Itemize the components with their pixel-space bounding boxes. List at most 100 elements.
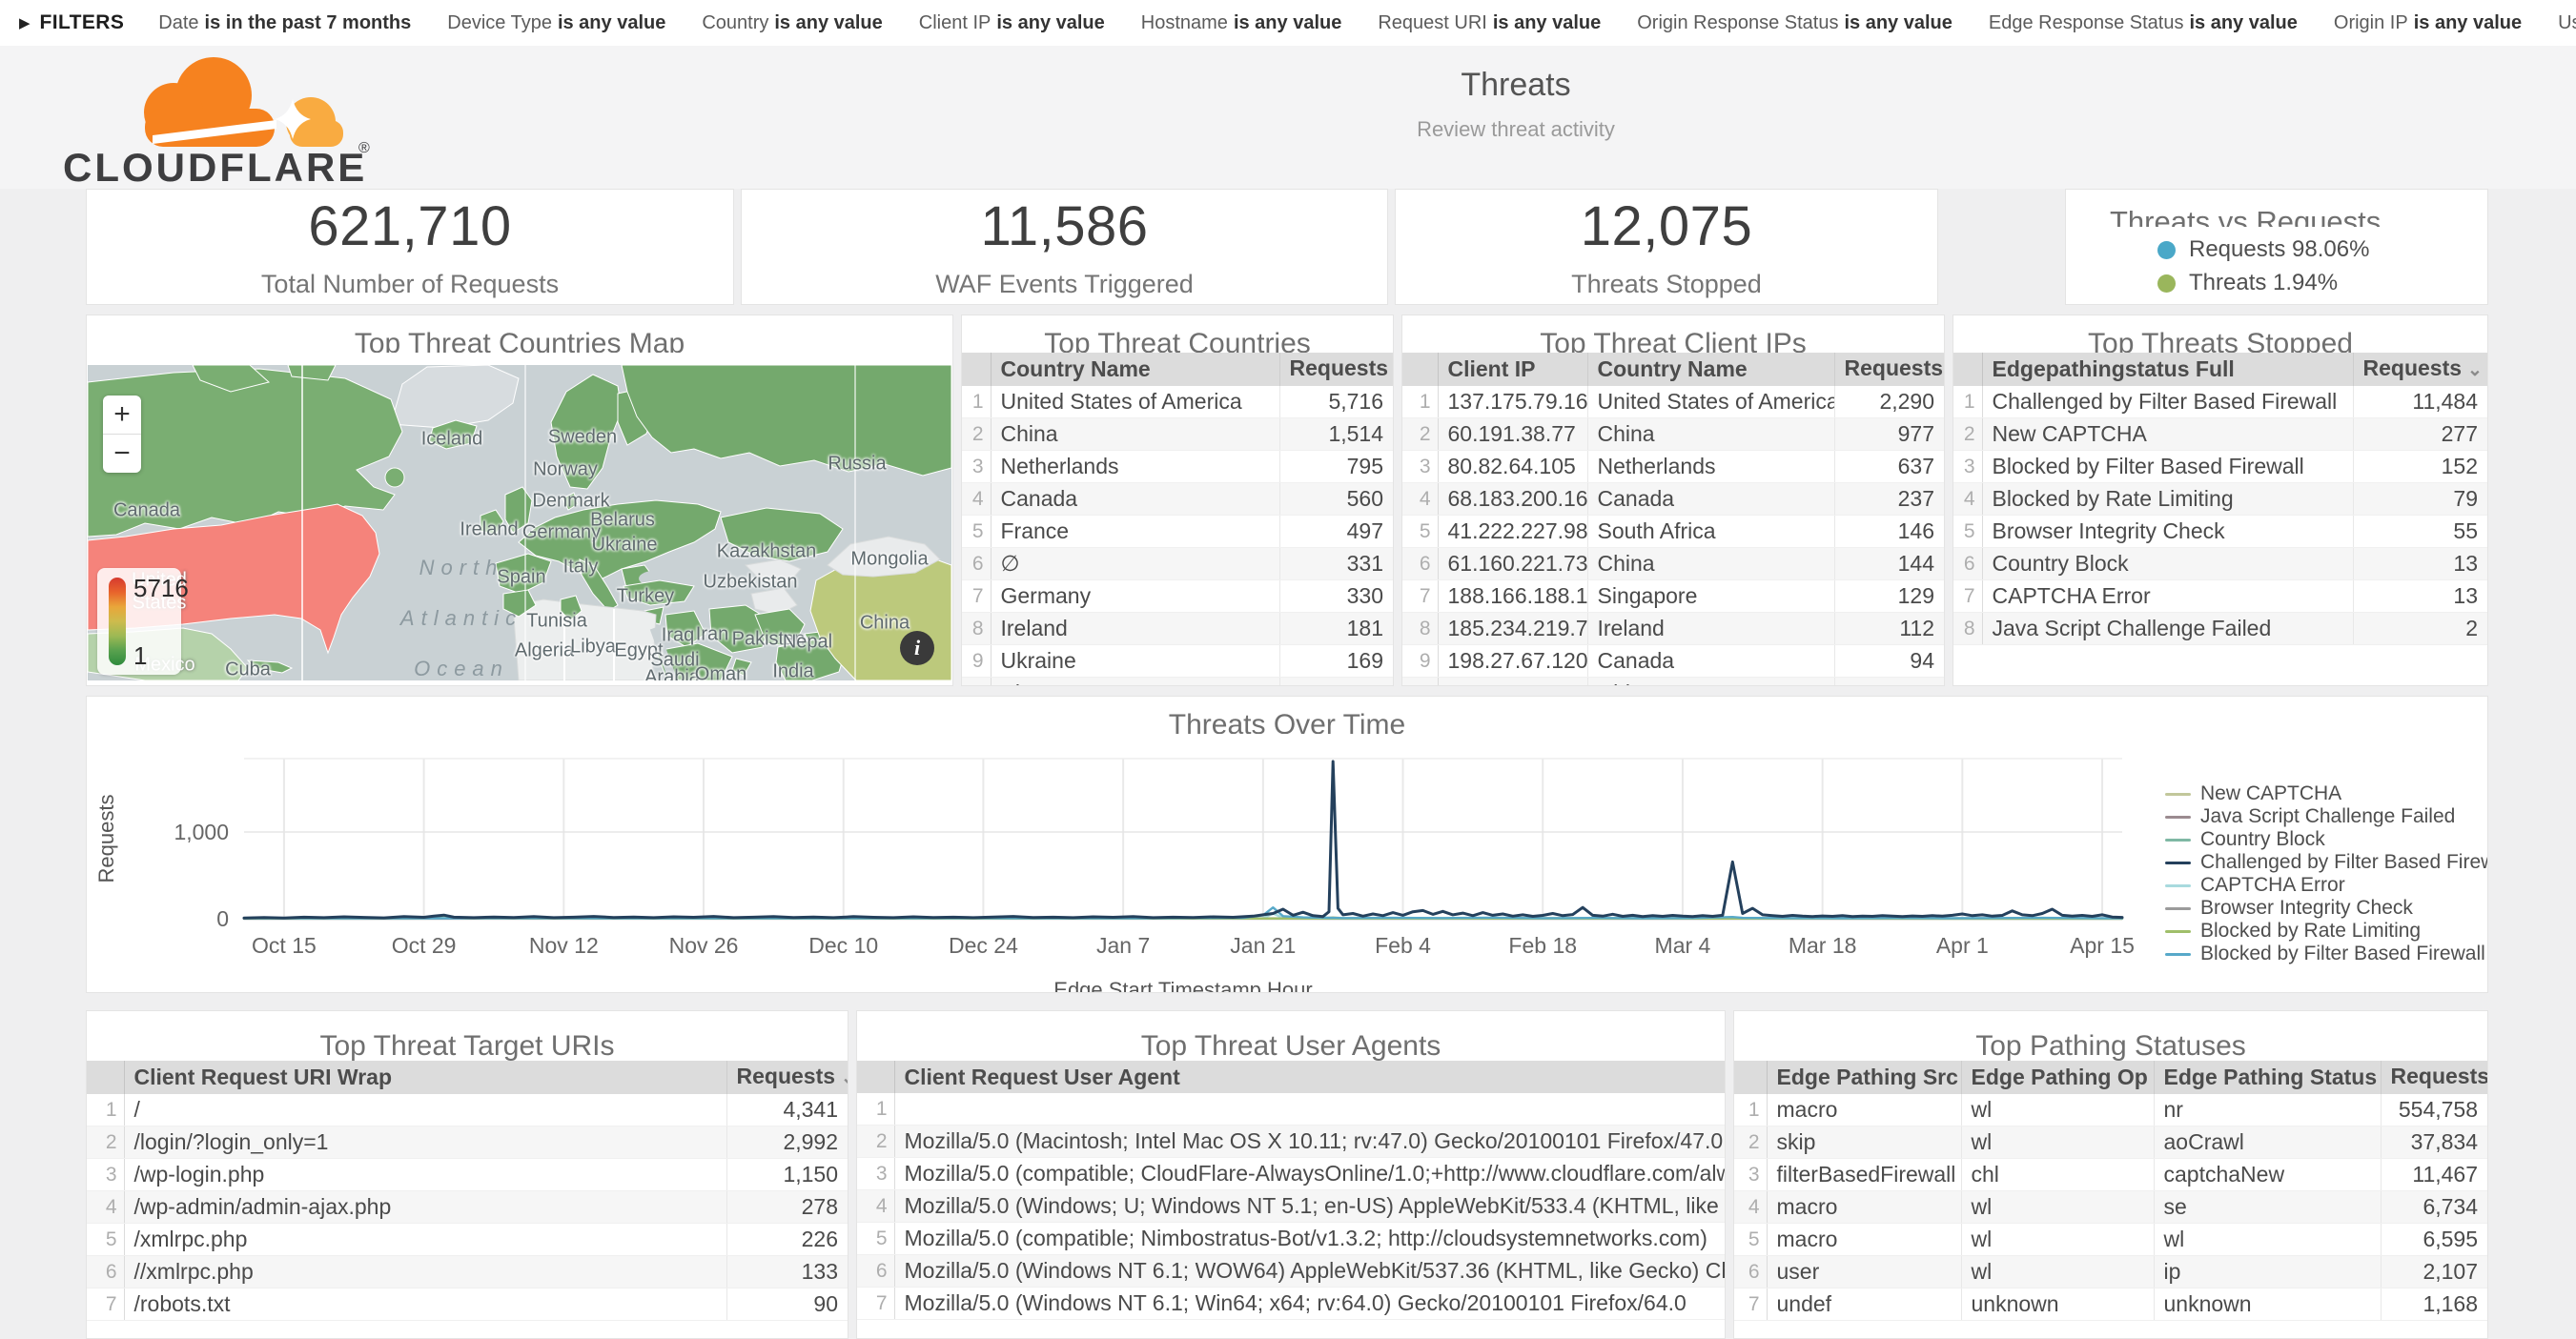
chart-legend-item[interactable]: Challenged by Filter Based Firewall: [2165, 853, 2488, 872]
column-header[interactable]: Requests⌄: [726, 1061, 848, 1094]
table-row[interactable]: 5Browser Integrity Check55: [1953, 516, 2487, 548]
filters-toggle[interactable]: ▶ FILTERS: [19, 11, 124, 34]
column-header[interactable]: Country Name: [991, 353, 1279, 386]
column-header[interactable]: Requests⌄: [2353, 353, 2487, 386]
table-row[interactable]: 7CAPTCHA Error13: [1953, 580, 2487, 613]
column-header[interactable]: Edgepathingstatus Full: [1982, 353, 2353, 386]
column-header[interactable]: Requests⌄: [1279, 353, 1393, 386]
table-row[interactable]: 10Singapore158: [962, 678, 1393, 687]
table-row[interactable]: 1United States of America5,716: [962, 386, 1393, 418]
table-row[interactable]: 9Ukraine169: [962, 645, 1393, 678]
table-row[interactable]: 1: [857, 1093, 1725, 1126]
table-row[interactable]: 5Mozilla/5.0 (compatible; Nimbostratus-B…: [857, 1223, 1725, 1255]
x-tick-label: Feb 18: [1508, 933, 1577, 958]
threats-vs-requests-legend: Requests 98.06%Threats 1.94%: [2066, 236, 2487, 296]
top-threat-target-uris-table: Client Request URI WrapRequests⌄1/4,3412…: [87, 1061, 848, 1321]
table-row[interactable]: 6Mozilla/5.0 (Windows NT 6.1; WOW64) App…: [857, 1255, 1725, 1288]
table-row[interactable]: 7/robots.txt90: [87, 1288, 848, 1321]
stat-threats-stopped: 12,075 Threats Stopped: [1395, 189, 1938, 305]
table-row[interactable]: 7Germany330: [962, 580, 1393, 613]
table-row[interactable]: 3/wp-login.php1,150: [87, 1159, 848, 1191]
table-row[interactable]: 4Blocked by Rate Limiting79: [1953, 483, 2487, 516]
map-zoom-in-button[interactable]: +: [103, 396, 141, 435]
table-row[interactable]: 6Country Block13: [1953, 548, 2487, 580]
table-row[interactable]: 2skipwlaoCrawl37,834: [1734, 1126, 2487, 1159]
chart-legend-item[interactable]: CAPTCHA Error: [2165, 876, 2488, 895]
table-row[interactable]: 6∅331: [962, 548, 1393, 580]
column-header[interactable]: Client Request URI Wrap: [124, 1061, 726, 1094]
chart-legend-item[interactable]: Blocked by Rate Limiting: [2165, 922, 2488, 941]
filter-item[interactable]: Origin IPis any value: [2334, 12, 2522, 33]
table-row[interactable]: 4/wp-admin/admin-ajax.php278: [87, 1191, 848, 1224]
column-header[interactable]: Requests⌄: [1834, 353, 1944, 386]
chart-legend-item[interactable]: Browser Integrity Check: [2165, 899, 2488, 918]
threats-over-time-chart[interactable]: 01,000Oct 15Oct 29Nov 12Nov 26Dec 10Dec …: [87, 737, 2488, 993]
column-header[interactable]: Edge Pathing Op: [1961, 1061, 2154, 1094]
filter-item[interactable]: Device Typeis any value: [447, 12, 665, 33]
table-row[interactable]: 6//xmlrpc.php133: [87, 1256, 848, 1288]
table-row[interactable]: 9198.27.67.120Canada94: [1402, 645, 1944, 678]
table-row[interactable]: 2China1,514: [962, 418, 1393, 451]
column-header[interactable]: Client IP: [1438, 353, 1587, 386]
x-tick-label: Apr 15: [2070, 933, 2135, 958]
table-row[interactable]: 4macrowlse6,734: [1734, 1191, 2487, 1224]
table-row[interactable]: 1061.160.247.127China88: [1402, 678, 1944, 687]
table-row[interactable]: 2/login/?login_only=12,992: [87, 1126, 848, 1159]
map-zoom-out-button[interactable]: −: [103, 435, 141, 473]
chart-legend-item[interactable]: Country Block: [2165, 830, 2488, 849]
table-row[interactable]: 7188.166.188.152Singapore129: [1402, 580, 1944, 613]
table-row[interactable]: 7Mozilla/5.0 (Windows NT 6.1; Win64; x64…: [857, 1288, 1725, 1320]
column-header[interactable]: Edge Pathing Src: [1767, 1061, 1961, 1094]
chart-legend-item[interactable]: Java Script Challenge Failed: [2165, 807, 2488, 826]
table-row[interactable]: 2New CAPTCHA277: [1953, 418, 2487, 451]
table-row[interactable]: 6userwlip2,107: [1734, 1256, 2487, 1288]
table-row[interactable]: 3filterBasedFirewallchlcaptchaNew11,467: [1734, 1159, 2487, 1191]
map-info-button[interactable]: i: [900, 631, 934, 665]
table-row[interactable]: 1/4,341: [87, 1094, 848, 1126]
table-row[interactable]: 380.82.64.105Netherlands637: [1402, 451, 1944, 483]
panel-title: Threats vs Requests: [2066, 190, 2487, 227]
table-row[interactable]: 8Ireland181: [962, 613, 1393, 645]
filter-item[interactable]: Origin Response Statusis any value: [1637, 12, 1952, 33]
table-row[interactable]: 8185.234.219.70Ireland112: [1402, 613, 1944, 645]
table-row[interactable]: 541.222.227.98South Africa146: [1402, 516, 1944, 548]
table-row[interactable]: 5macrowlwl6,595: [1734, 1224, 2487, 1256]
table-row[interactable]: 1137.175.79.166United States of America2…: [1402, 386, 1944, 418]
table-row[interactable]: 1macrowlnr554,758: [1734, 1094, 2487, 1126]
column-header[interactable]: Edge Pathing Status: [2154, 1061, 2381, 1094]
table-row[interactable]: 3Netherlands795: [962, 451, 1393, 483]
table-row[interactable]: 4Canada560: [962, 483, 1393, 516]
chart-legend-item[interactable]: Blocked by Filter Based Firewall: [2165, 944, 2488, 964]
table-row[interactable]: 3Mozilla/5.0 (compatible; CloudFlare-Alw…: [857, 1158, 1725, 1190]
filter-item[interactable]: Countryis any value: [702, 12, 882, 33]
table-row[interactable]: 5/xmlrpc.php226: [87, 1224, 848, 1256]
top-threats-stopped-table: Edgepathingstatus FullRequests⌄1Challeng…: [1953, 353, 2487, 645]
column-header[interactable]: Country Name: [1587, 353, 1834, 386]
table-row[interactable]: 8Java Script Challenge Failed2: [1953, 613, 2487, 645]
filter-item[interactable]: User Agentis any value: [2558, 12, 2576, 33]
table-row[interactable]: 1Challenged by Filter Based Firewall11,4…: [1953, 386, 2487, 418]
filter-item[interactable]: Hostnameis any value: [1141, 12, 1342, 33]
logo-wordmark: CLOUDFLARE: [63, 145, 367, 187]
filter-item[interactable]: Edge Response Statusis any value: [1989, 12, 2298, 33]
table-row[interactable]: 468.183.200.167Canada237: [1402, 483, 1944, 516]
column-header[interactable]: Client Request User Agent: [894, 1061, 1725, 1093]
legend-line-icon: [2165, 953, 2191, 956]
table-row[interactable]: 5France497: [962, 516, 1393, 548]
table-row[interactable]: 260.191.38.77China977: [1402, 418, 1944, 451]
panel-title: Top Pathing Statuses: [1734, 1011, 2487, 1061]
table-row[interactable]: 661.160.221.73China144: [1402, 548, 1944, 580]
world-map[interactable]: CanadaUnitedStatesMexicoCubaIcelandIrela…: [88, 365, 951, 680]
table-row[interactable]: 7undefunknownunknown1,168: [1734, 1288, 2487, 1321]
panel-title: Top Threat Countries: [962, 315, 1393, 353]
cloudflare-cloud-icon: [144, 57, 343, 147]
filter-item[interactable]: Request URIis any value: [1378, 12, 1601, 33]
table-row[interactable]: 3Blocked by Filter Based Firewall152: [1953, 451, 2487, 483]
filter-item[interactable]: Client IPis any value: [919, 12, 1105, 33]
column-header[interactable]: Requests⌄: [2381, 1061, 2487, 1094]
table-row[interactable]: 4Mozilla/5.0 (Windows; U; Windows NT 5.1…: [857, 1190, 1725, 1223]
chart-legend-item[interactable]: New CAPTCHA: [2165, 784, 2488, 803]
table-row[interactable]: 2Mozilla/5.0 (Macintosh; Intel Mac OS X …: [857, 1126, 1725, 1158]
panel-title: Top Threat User Agents: [857, 1011, 1725, 1061]
filter-item[interactable]: Dateis in the past 7 months: [158, 12, 411, 33]
